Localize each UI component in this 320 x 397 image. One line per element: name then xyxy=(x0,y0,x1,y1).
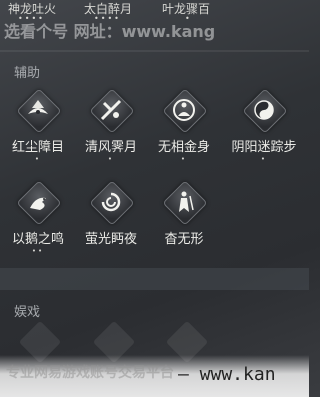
skill-label: 无相金身 xyxy=(157,140,210,155)
section-title-assist: 辅助 xyxy=(14,66,41,81)
skill-yinyang[interactable]: 阴阳迷踪步 • xyxy=(228,88,300,164)
meditating-figure-icon xyxy=(173,99,195,121)
goose-icon xyxy=(30,197,46,210)
skill-wuxiang[interactable]: 无相金身 • xyxy=(148,88,220,164)
skill-icon-frame xyxy=(162,88,208,134)
skill-level-dots: • xyxy=(260,155,268,163)
yin-yang-icon xyxy=(254,100,274,120)
skill-yingguang[interactable]: 萤光眄夜 xyxy=(75,180,147,256)
skill-icon-frame xyxy=(89,180,135,226)
skill-level-dots: • xyxy=(107,155,115,163)
skill-level-dots: •• xyxy=(31,247,45,255)
watermark-band xyxy=(0,355,309,397)
skill-icon-frame xyxy=(16,88,62,134)
skill-icon-frame xyxy=(242,88,288,134)
skill-icon-frame xyxy=(16,180,62,226)
skill-label: 杳无形 xyxy=(164,232,204,247)
skill-icon-frame xyxy=(162,180,208,226)
lotus-icon xyxy=(28,100,48,114)
section-title-entertain: 娱戏 xyxy=(14,305,41,320)
skill-level-dots: • xyxy=(180,155,188,163)
skill-yaowuxing[interactable]: 杳无形 xyxy=(148,180,220,256)
skill-yi-e[interactable]: 以鹅之鸣 •• xyxy=(2,180,74,256)
skill-icon-frame xyxy=(89,88,135,134)
phantom-figure-icon xyxy=(179,191,194,212)
skill-label: 阴阳迷踪步 xyxy=(231,140,297,155)
skill-level-dots xyxy=(148,247,220,256)
swirl-icon xyxy=(101,192,121,212)
skill-label: 萤光眄夜 xyxy=(84,232,137,247)
skill-label: 清风霁月 xyxy=(84,140,137,155)
crossed-sword-icon xyxy=(100,99,122,121)
top-skill-dots: •••• xyxy=(94,14,121,23)
top-skill-dots: • xyxy=(185,14,192,23)
skill-level-dots: • xyxy=(34,155,42,163)
skill-level-dots xyxy=(75,247,147,256)
skill-qingfeng[interactable]: 清风霁月 • xyxy=(75,88,147,164)
section-divider xyxy=(0,50,309,52)
section-band xyxy=(0,268,309,290)
top-skill-row: 神龙吐火 •••• 太白醉月 •••• 叶龙骤百 • xyxy=(0,0,309,23)
skill-hongchen[interactable]: 红尘障目 • xyxy=(2,88,74,164)
skill-label: 红尘障目 xyxy=(11,140,64,155)
skill-label: 以鹅之鸣 xyxy=(11,232,64,247)
top-skill-dots: •••• xyxy=(18,14,45,23)
